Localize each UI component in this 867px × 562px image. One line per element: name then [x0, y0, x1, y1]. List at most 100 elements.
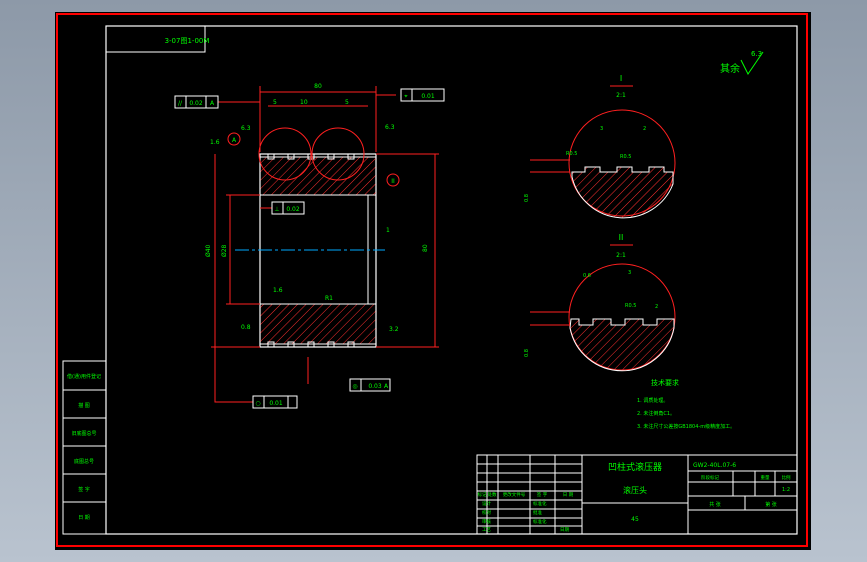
tol-2-symbol: ⌖ — [404, 93, 408, 100]
top-section-hatch — [259, 156, 377, 196]
tol-1-symbol: // — [178, 100, 183, 107]
person-row-2: 校对 — [482, 509, 491, 516]
dim-bottom-left-note: 0.8 — [241, 324, 251, 331]
tol-3-symbol: ⊥ — [274, 206, 279, 213]
tech-req-item-3: 3. 未注尺寸公差按GB1804-m级精度加工。 — [637, 423, 735, 430]
main-view: A II 80 5 10 5 80 Ø40 Ø28 0.8 1.6 R1 1 6… — [205, 83, 439, 403]
tol-frame-2[interactable]: ⌖ 0.01 — [400, 88, 445, 102]
roughness-label: 其余 — [720, 62, 740, 75]
dim-chamfer-top: 1 — [386, 227, 390, 234]
detail-ii-section — [569, 318, 675, 372]
col-note-2: 日期 — [560, 527, 569, 533]
leader-tol-2 — [375, 94, 396, 112]
title-tag: 3-07图1-00M — [165, 37, 210, 45]
detail-view-i: I 2:1 R0.5 3 R0.5 2 0.8 — [524, 74, 676, 219]
tech-req-item-2: 2. 未注倒角C1。 — [637, 410, 675, 417]
row-header-1: 标记 — [478, 491, 487, 498]
roughness-note: 其余 6.3 — [720, 50, 764, 75]
dim-left-dia-b: Ø28 — [221, 244, 228, 257]
detail-i-scale: 2:1 — [616, 92, 626, 99]
dim-keyway-r: R1 — [325, 295, 333, 302]
detail-ii-dim-2: 0.6 — [583, 273, 591, 279]
tol-4-value: 0.03 — [368, 383, 382, 390]
detail-i-dim-5: 0.8 — [524, 194, 530, 202]
detail-i-section — [571, 166, 674, 219]
tol-frame-1[interactable]: // 0.02 A — [174, 95, 219, 109]
left-col-4: 底图总号 — [74, 458, 94, 465]
dim-pitch-mid: 10 — [300, 99, 308, 106]
drawing-number: GW2-40L.07-6 — [693, 462, 736, 469]
detail-i-dim-4: 2 — [643, 126, 646, 132]
dim-bottom-chamfer: 1.6 — [273, 287, 283, 294]
tol-5-symbol: ○ — [255, 400, 260, 407]
dim-top-width: 80 — [314, 83, 322, 90]
cad-drawing: 3-07图1-00M 其余 6.3 A II 80 5 10 5 80 Ø40 … — [56, 13, 808, 547]
row-header-4: 签 字 — [537, 491, 548, 498]
dim-pitch-right: 5 — [345, 99, 349, 106]
roughness-top-right: 6.3 — [385, 124, 395, 131]
stage-label: 阶段标记 — [701, 474, 719, 481]
sheet-of: 第 张 — [765, 501, 777, 508]
tol-3-value: 0.02 — [286, 206, 300, 213]
tol-frame-3[interactable]: ⊥ 0.02 — [271, 201, 305, 215]
tech-req-title: 技术要求 — [651, 378, 679, 387]
tol-2-value: 0.01 — [421, 93, 435, 100]
tech-req-item-1: 1. 调质处理。 — [637, 397, 668, 404]
scale-label: 比例 — [782, 474, 791, 481]
sub-name: 滚压头 — [623, 485, 647, 495]
tol-4-symbol: ◎ — [352, 383, 357, 390]
dim-right-height: 80 — [422, 244, 429, 252]
detail-ii-dim-5: 0.8 — [524, 349, 530, 357]
detail-view-ii: II 2:1 3 0.6 R0.5 2 0.8 — [524, 233, 676, 372]
tol-5-value: 0.01 — [269, 400, 283, 407]
tol-4-ref: A — [384, 383, 389, 390]
detail-ii-dim-4: 2 — [655, 304, 658, 310]
drawing-viewport[interactable]: 3-07图1-00M 其余 6.3 A II 80 5 10 5 80 Ø40 … — [55, 12, 811, 550]
left-col-6: 日 期 — [78, 515, 90, 521]
section-ii-marker-label: II — [391, 178, 395, 185]
left-column-strip: 借(通)用件登记 描 图 旧底图总号 底图总号 签 字 日 期 — [62, 360, 107, 535]
row-header-5: 日 期 — [563, 492, 574, 498]
row-header-3: 更改文件号 — [503, 491, 526, 498]
roughness-bottom-right: 3.2 — [389, 326, 399, 333]
roughness-top-left: 6.3 — [241, 125, 251, 132]
left-col-3: 旧底图总号 — [71, 430, 96, 437]
person-row-5: 标准化 — [533, 500, 547, 507]
detail-i-dim-1: R0.5 — [566, 151, 577, 157]
dim-pitch-left: 5 — [273, 99, 277, 106]
detail-ii-dim-1: 3 — [628, 270, 631, 276]
scale-value: 1:2 — [782, 487, 790, 493]
tol-1-ref: A — [210, 100, 215, 107]
leader-tol-5 — [214, 347, 253, 403]
detail-ii-dim-3: R0.5 — [625, 303, 636, 309]
weight-label: 重量 — [761, 474, 770, 481]
person-row-1: 设计 — [482, 500, 491, 507]
detail-i-name: I — [620, 74, 622, 83]
dim-left-dia-a: Ø40 — [205, 244, 212, 257]
detail-i-dim-2: 3 — [600, 126, 603, 132]
material: 45 — [631, 516, 639, 523]
title-block: 标记 处数 更改文件号 签 字 日 期 设计 校对 审核 工艺 标准化 批准 标… — [476, 454, 798, 535]
person-row-3: 审核 — [482, 518, 491, 525]
person-row-4: 工艺 — [482, 527, 491, 533]
left-col-1: 借(通)用件登记 — [67, 373, 101, 380]
row-header-2: 处数 — [488, 491, 497, 498]
tol-frame-4[interactable]: ◎ 0.03 A — [349, 378, 391, 392]
col-note-1: 标准化 — [533, 518, 547, 525]
roughness-left: 1.6 — [210, 139, 220, 146]
left-col-5: 签 字 — [78, 486, 90, 493]
roughness-value: 6.3 — [751, 50, 762, 58]
left-col-2: 描 图 — [78, 402, 90, 409]
part-name: 凹柱式滚压器 — [608, 461, 662, 473]
detail-i-dim-3: R0.5 — [620, 154, 631, 160]
detail-ii-scale: 2:1 — [616, 252, 626, 259]
sheet-total: 共 张 — [709, 501, 721, 508]
detail-ii-name: II — [619, 233, 624, 242]
technical-requirements: 技术要求 1. 调质处理。 2. 未注倒角C1。 3. 未注尺寸公差按GB180… — [637, 378, 735, 430]
bottom-section-hatch — [259, 303, 377, 345]
tol-1-value: 0.02 — [189, 100, 203, 107]
section-i-marker-label: A — [232, 137, 237, 144]
tol-frame-5[interactable]: ○ 0.01 — [252, 395, 298, 409]
person-row-6: 批准 — [533, 509, 542, 516]
leader-tol-1 — [218, 101, 261, 112]
